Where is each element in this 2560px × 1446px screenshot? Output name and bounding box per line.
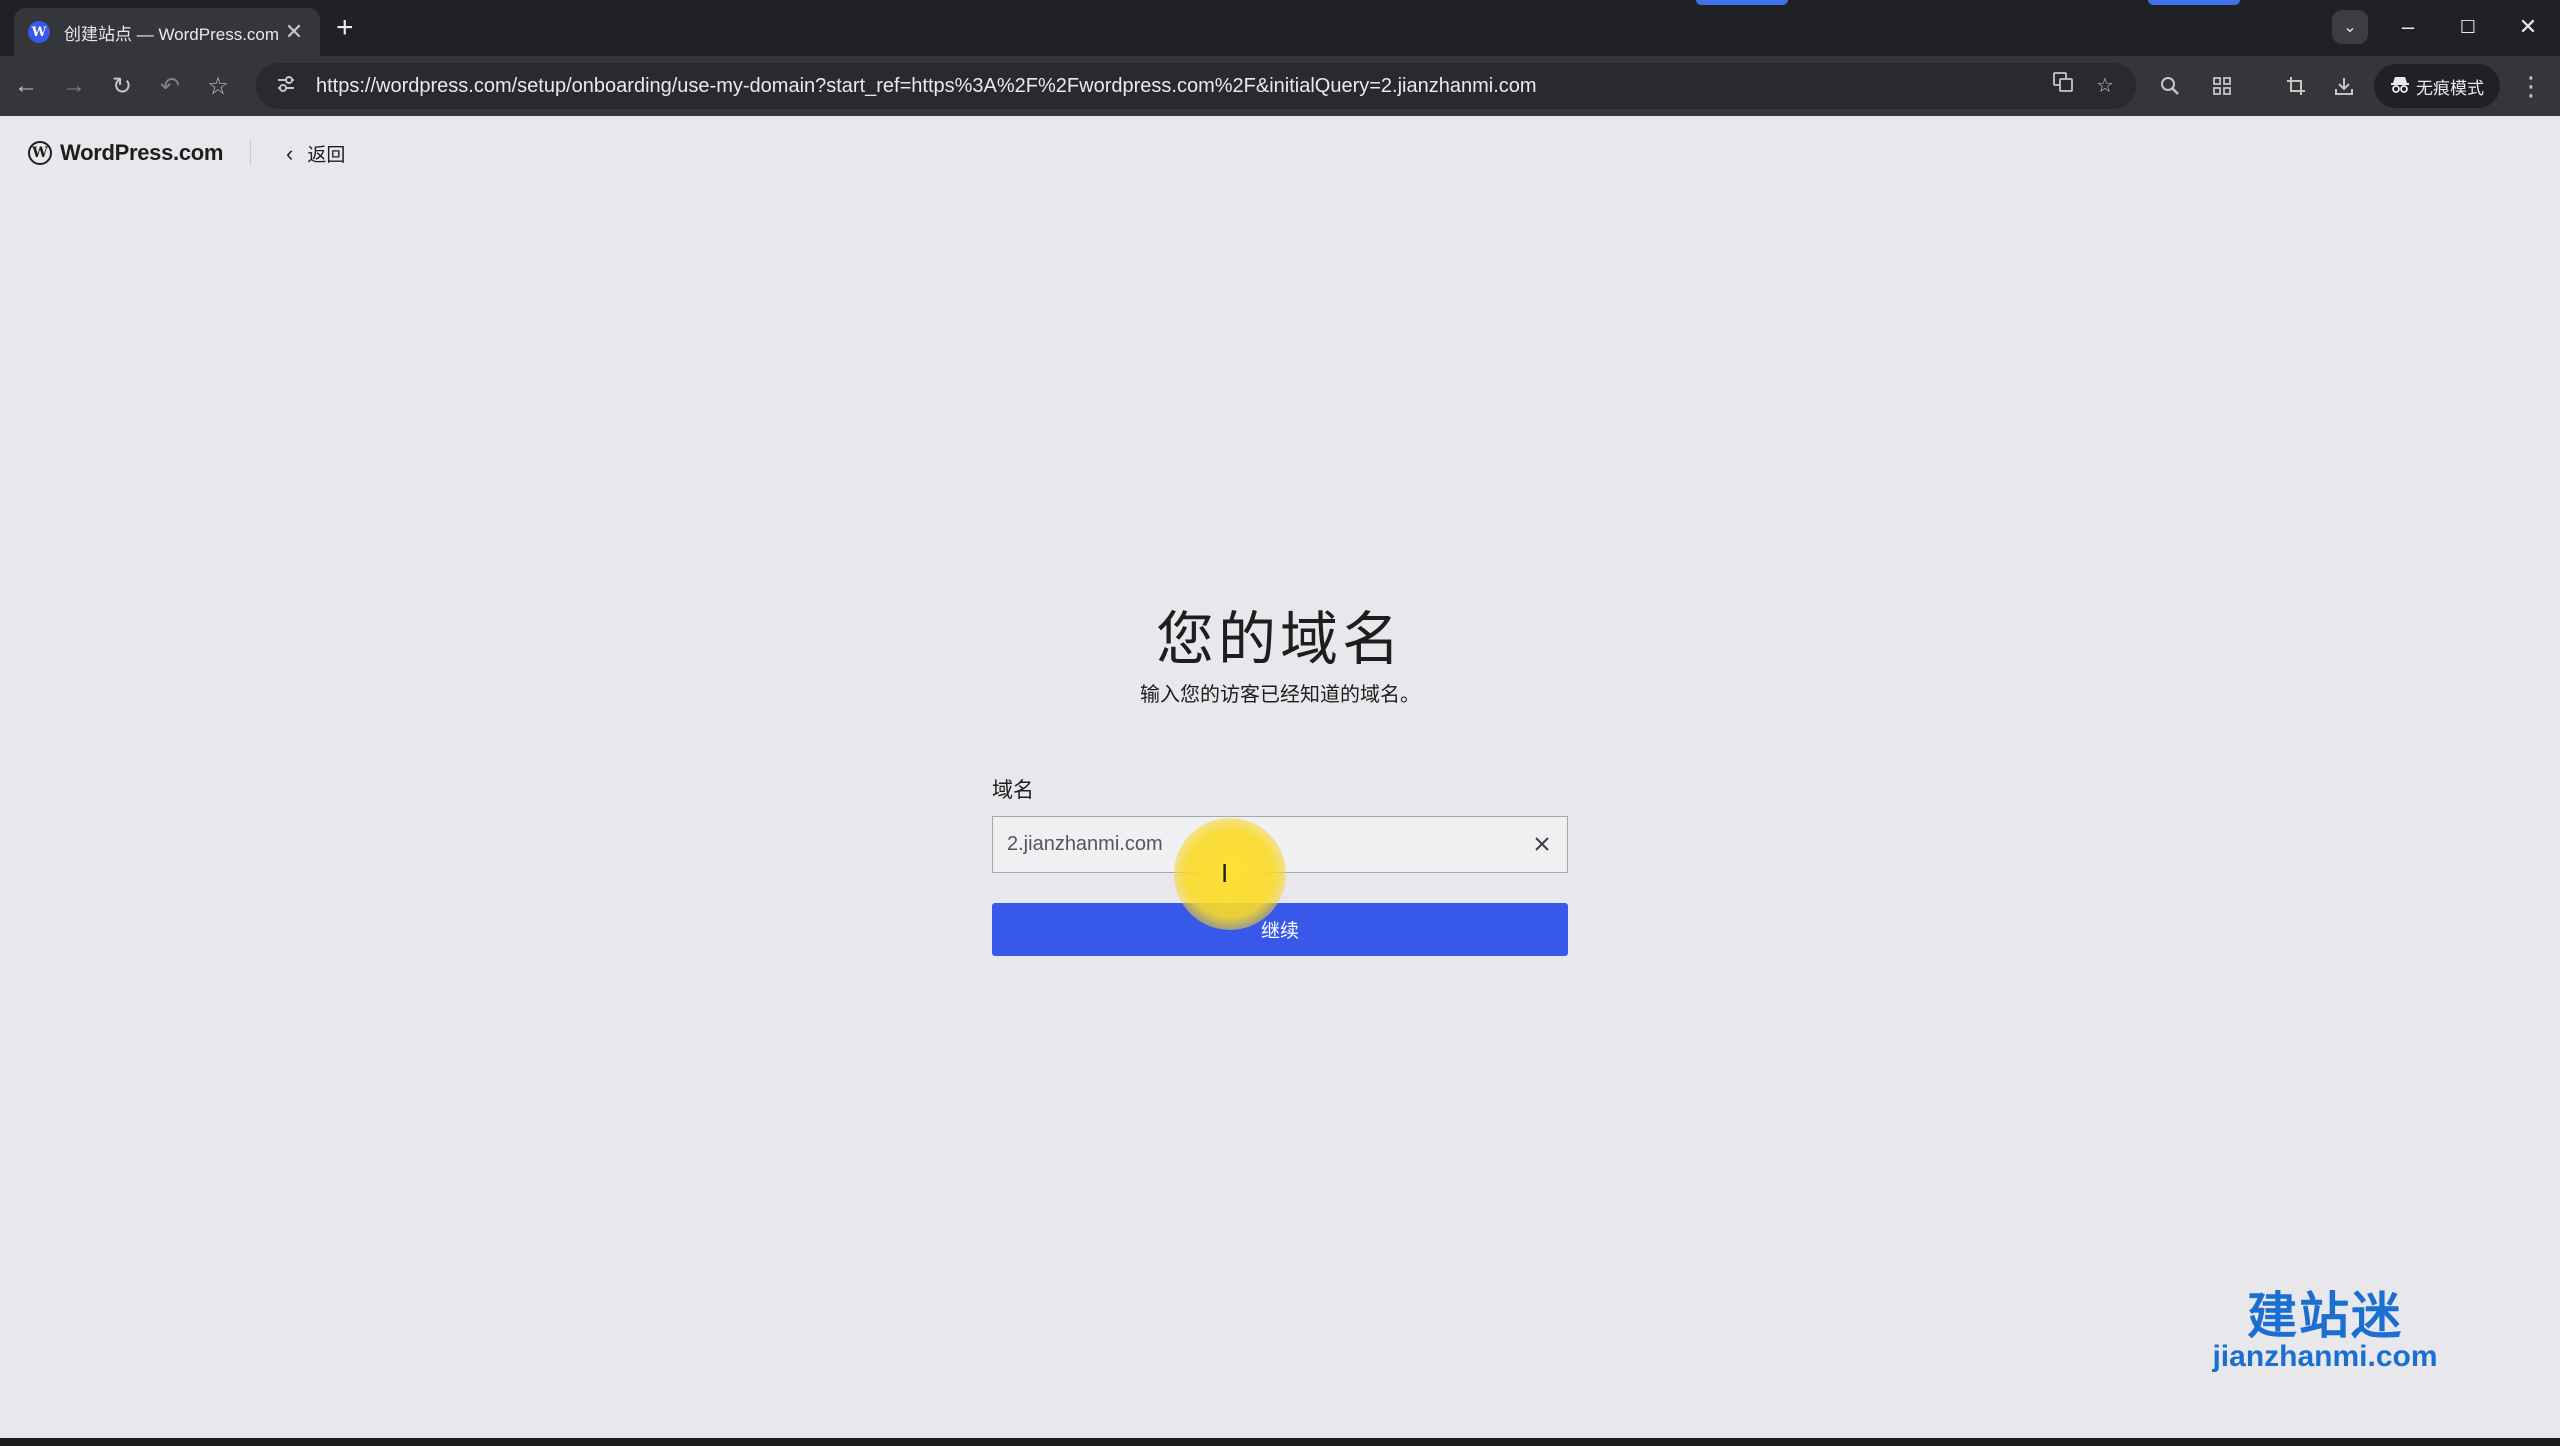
clear-input-icon[interactable] — [1524, 826, 1560, 862]
cursor-highlight — [1174, 818, 1286, 930]
url-text[interactable]: https://wordpress.com/setup/onboarding/u… — [316, 75, 1537, 98]
window-close-button[interactable]: ✕ — [2510, 10, 2546, 44]
back-button[interactable]: ‹ 返回 — [286, 140, 345, 167]
translate-icon[interactable] — [2048, 71, 2078, 102]
browser-tab-strip: W 创建站点 — WordPress.com ✕ + ⌄ – ☐ ✕ — [0, 0, 2560, 56]
browser-toolbar: ← → ↻ ↶ ☆ https://wordpress.com/setup/on… — [0, 56, 2560, 116]
window-edge-highlight — [2148, 0, 2240, 5]
address-bar[interactable]: https://wordpress.com/setup/onboarding/u… — [256, 63, 2136, 109]
brand-name: WordPress.com — [60, 140, 224, 165]
page-subtitle: 输入您的访客已经知道的域名。 — [1140, 684, 1420, 706]
screenshot-crop-icon[interactable] — [2276, 66, 2316, 106]
zoom-search-icon[interactable] — [2150, 66, 2190, 106]
back-label: 返回 — [307, 145, 346, 166]
tab-search-button[interactable]: ⌄ — [2332, 10, 2368, 44]
page-title: 您的域名 — [1155, 605, 1404, 673]
forward-arrow-icon[interactable]: → — [54, 66, 94, 106]
incognito-icon — [2390, 75, 2410, 98]
maximize-button[interactable]: ☐ — [2450, 10, 2486, 44]
window-edge-highlight — [1696, 0, 1788, 5]
wordpress-favicon-icon: W — [28, 21, 50, 43]
undo-icon[interactable]: ↶ — [150, 66, 190, 106]
domain-field-label: 域名 — [992, 779, 1034, 802]
incognito-indicator[interactable]: 无痕模式 — [2374, 64, 2500, 108]
watermark-domain: jianzhanmi.com — [2212, 1340, 2438, 1373]
bookmark-page-star-icon[interactable]: ☆ — [2090, 71, 2120, 101]
wordpress-mark-icon: W — [28, 141, 52, 165]
site-info-icon[interactable] — [268, 75, 304, 98]
new-tab-button[interactable]: + — [336, 10, 354, 46]
minimize-button[interactable]: – — [2390, 10, 2426, 44]
text-cursor-icon: I — [1221, 858, 1229, 888]
continue-button[interactable]: 继续 — [992, 903, 1568, 956]
browser-menu-icon[interactable]: ⋮ — [2516, 66, 2546, 106]
header-divider — [250, 140, 251, 166]
extensions-grid-icon[interactable] — [2202, 66, 2242, 106]
back-arrow-icon[interactable]: ← — [6, 66, 46, 106]
incognito-label: 无痕模式 — [2416, 78, 2484, 98]
chevron-left-icon: ‹ — [286, 140, 294, 166]
watermark-chinese: 建站迷 — [2247, 1288, 2403, 1344]
reload-icon[interactable]: ↻ — [102, 66, 142, 106]
bottom-edge — [0, 1438, 2560, 1446]
download-icon[interactable] — [2324, 66, 2364, 106]
browser-tab-active[interactable]: W 创建站点 — WordPress.com ✕ — [14, 8, 320, 56]
tab-title: 创建站点 — WordPress.com — [64, 24, 280, 44]
bookmark-star-icon[interactable]: ☆ — [198, 66, 238, 106]
wordpress-logo[interactable]: W WordPress.com — [28, 140, 224, 166]
tab-close-icon[interactable]: ✕ — [282, 19, 306, 45]
